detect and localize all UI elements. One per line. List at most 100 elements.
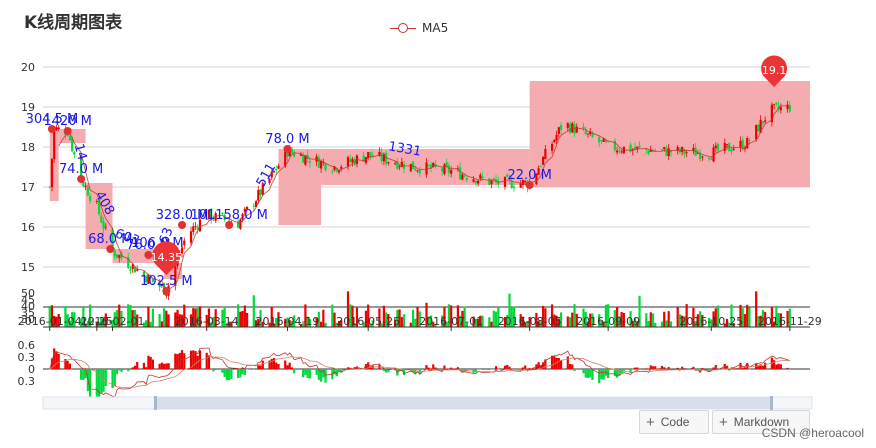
volume-bar (743, 314, 747, 327)
candle-body (775, 102, 778, 105)
indicator-bar (221, 369, 224, 373)
candle-body (636, 146, 639, 149)
candle-body (555, 134, 558, 141)
indicator-bar (748, 369, 751, 370)
indicator-bar (145, 367, 148, 369)
volume-bar (665, 320, 668, 327)
annotation-label: 22.0 M (508, 168, 552, 183)
indicator-bar (638, 368, 641, 370)
candle-body (100, 215, 103, 223)
x-tick-label: 2016-07-01 (419, 315, 483, 328)
candle-body (349, 158, 352, 162)
candle-body (586, 133, 590, 135)
indicator-bar (777, 363, 780, 369)
indicator-bar (210, 368, 213, 370)
indicator-bar (494, 366, 498, 369)
indicator-bar (284, 360, 287, 369)
candle-body (616, 150, 619, 153)
candle-body (788, 105, 791, 112)
annotation-label: 78.0 M (265, 132, 309, 147)
indicator-bar (290, 367, 294, 369)
indicator-bar (613, 369, 616, 377)
price-tick-label: 16 (21, 221, 35, 234)
indicator-bar (100, 369, 103, 394)
volume-bar (151, 308, 154, 327)
volume-bar (660, 321, 664, 327)
indicator-bar (649, 365, 652, 369)
volume-bar (167, 314, 170, 327)
candle-body (425, 162, 428, 175)
candle-body (102, 221, 105, 229)
volume-bar (654, 322, 657, 327)
candle-body (259, 189, 262, 196)
indicator-bar (254, 369, 258, 370)
indicator-bar (189, 350, 193, 369)
x-tick-label: 2016-10-25 (679, 315, 743, 328)
candle-body (113, 250, 116, 257)
candle-body (461, 174, 464, 180)
indicator-bar (575, 368, 578, 370)
indicator-bar (324, 369, 327, 383)
indicator-bar (230, 369, 233, 379)
volume-bar (163, 308, 166, 327)
volume-bar (158, 314, 161, 327)
indicator-bar (158, 363, 161, 369)
candle-body (394, 163, 397, 165)
ma5-legend-icon (390, 22, 416, 34)
candle-body (730, 149, 733, 152)
volume-bar (322, 309, 325, 327)
candle-body (553, 139, 556, 143)
x-tick-label: 2016-03-14 (175, 315, 239, 328)
candle-body (48, 186, 51, 188)
indicator-bar (380, 369, 383, 370)
indicator-bar (382, 369, 385, 371)
legend[interactable]: MA5 (390, 21, 448, 35)
indicator-panel: 0.60.300.3 (18, 339, 810, 402)
indicator-bar (245, 369, 249, 370)
candle-body (618, 150, 621, 152)
indicator-bar (306, 369, 309, 378)
indicator-bar (48, 369, 51, 370)
indicator-bar (476, 369, 480, 370)
indicator-bar (243, 369, 246, 376)
candle-body (416, 170, 419, 172)
indicator-bar (553, 356, 556, 369)
annotation-label: 101158.0 M (190, 208, 267, 223)
indicator-bar (239, 369, 242, 378)
indicator-bar (631, 369, 634, 370)
candle-body (542, 156, 545, 165)
candle-body (716, 143, 720, 151)
candle-body (557, 127, 560, 134)
indicator-bar (176, 354, 179, 369)
indicator-bar (223, 369, 226, 377)
code-button[interactable]: + Code (639, 410, 709, 434)
indicator-bar (293, 369, 296, 374)
candle-body (351, 159, 354, 163)
candle-body (465, 178, 468, 180)
indicator-bar (80, 369, 83, 380)
slider-handle-left (154, 396, 157, 410)
price-tick-label: 18 (21, 141, 35, 154)
candle-body (647, 150, 650, 154)
candle-body (382, 154, 385, 162)
indicator-bar (647, 369, 650, 371)
indicator-bar (151, 359, 154, 369)
candle-body (409, 163, 412, 172)
candle-body (115, 254, 119, 258)
indicator-bar (167, 363, 170, 369)
candle-body (761, 121, 765, 124)
candle-body (559, 125, 563, 130)
code-button-label: Code (660, 415, 690, 429)
indicator-bar (129, 369, 132, 371)
candle-body (584, 130, 587, 135)
candle-body (732, 148, 735, 150)
indicator-bar (288, 362, 291, 369)
candle-body (427, 164, 430, 166)
candle-body (476, 180, 480, 184)
indicator-bar (149, 356, 152, 369)
data-zoom-slider[interactable] (42, 396, 813, 410)
candle-body (566, 123, 569, 128)
indicator-bar (183, 353, 186, 369)
candle-body (252, 205, 255, 207)
indicator-bar (104, 369, 107, 387)
